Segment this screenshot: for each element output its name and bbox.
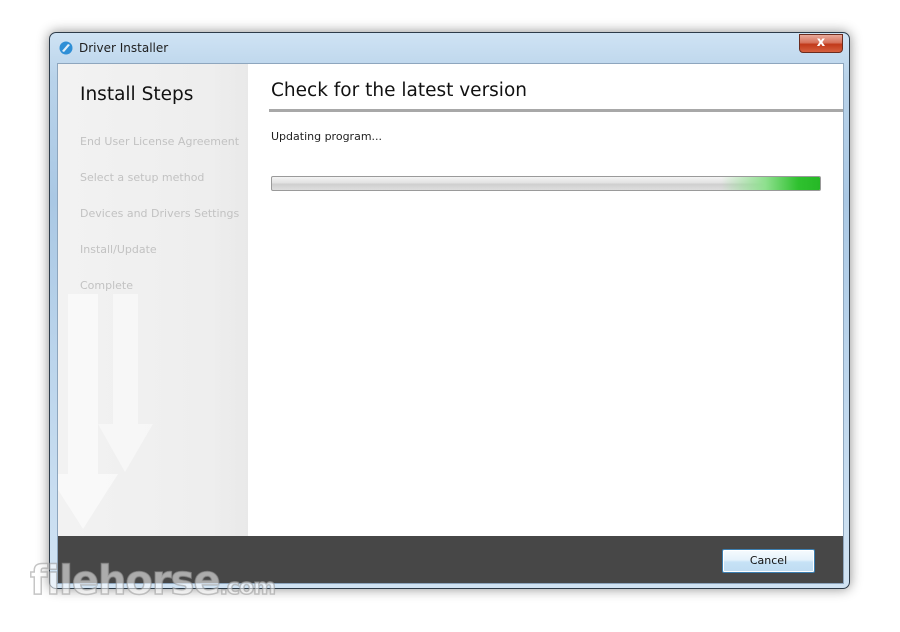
cancel-button[interactable]: Cancel bbox=[722, 549, 815, 573]
step-complete: Complete bbox=[80, 279, 134, 292]
close-icon: x bbox=[816, 35, 826, 50]
title-bar[interactable]: Driver Installer x bbox=[50, 33, 849, 63]
title-divider bbox=[269, 109, 843, 112]
sidebar-title: Install Steps bbox=[80, 84, 194, 105]
window-title: Driver Installer bbox=[79, 41, 169, 55]
watermark-brand: filehorse bbox=[29, 557, 221, 605]
progress-bar bbox=[271, 176, 821, 191]
decorative-arrows-icon bbox=[58, 294, 153, 529]
app-logo-icon bbox=[59, 41, 73, 55]
installer-window: Driver Installer x Install Steps End Use… bbox=[49, 32, 850, 589]
step-eula: End User License Agreement bbox=[80, 135, 240, 148]
close-button[interactable]: x bbox=[799, 34, 843, 53]
steps-sidebar: Install Steps End User License Agreement… bbox=[58, 64, 248, 536]
progress-glow bbox=[272, 177, 820, 190]
watermark-suffix: .com bbox=[219, 574, 277, 601]
watermark-logo: filehorse.com bbox=[29, 557, 277, 605]
page-title: Check for the latest version bbox=[271, 80, 527, 101]
step-devices-drivers: Devices and Drivers Settings bbox=[80, 207, 240, 220]
step-install-update: Install/Update bbox=[80, 243, 157, 256]
status-text: Updating program... bbox=[271, 130, 383, 143]
client-area: Install Steps End User License Agreement… bbox=[57, 63, 844, 584]
step-setup-method: Select a setup method bbox=[80, 171, 205, 184]
